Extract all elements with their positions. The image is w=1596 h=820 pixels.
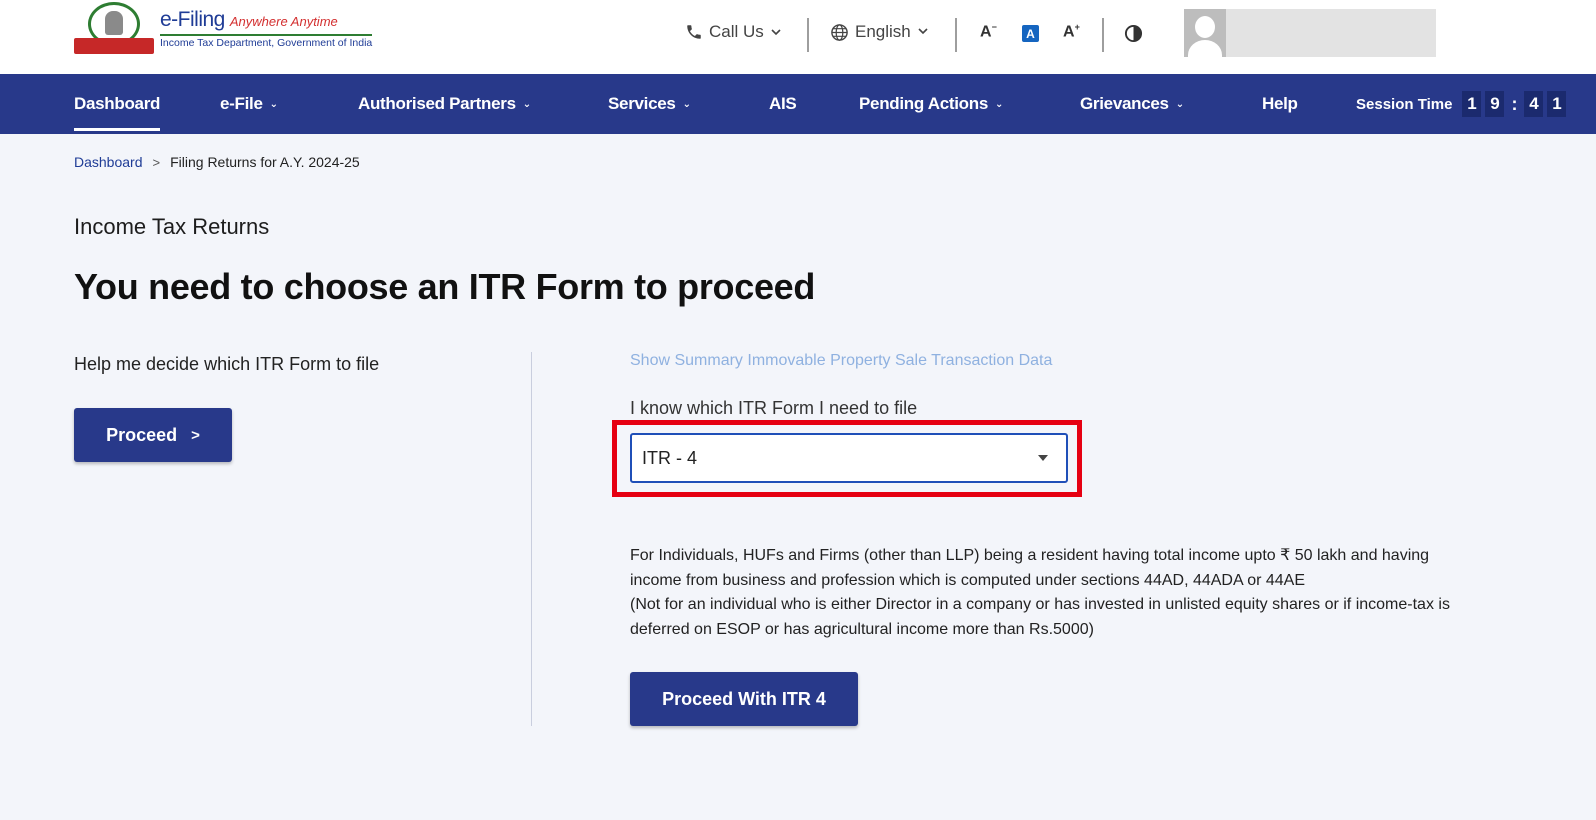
itr-form-select[interactable]: ITR - 4 xyxy=(630,433,1068,483)
globe-icon xyxy=(830,23,849,42)
header-divider xyxy=(1102,18,1104,52)
itr-description-line: (Not for an individual who is either Dir… xyxy=(630,596,1450,638)
itr-form-selected-value: ITR - 4 xyxy=(642,447,698,468)
logo-tagline: Anywhere Anytime xyxy=(229,14,338,29)
chevron-down-icon: ⌄ xyxy=(682,98,691,110)
logo-subtitle: Income Tax Department, Government of Ind… xyxy=(160,34,373,49)
nav-efile[interactable]: e-File ⌄ xyxy=(220,74,278,134)
header-divider xyxy=(807,18,809,52)
font-decrease-icon[interactable]: A− xyxy=(980,22,997,41)
caret-down-icon xyxy=(1038,455,1048,461)
phone-icon xyxy=(685,23,703,41)
breadcrumb: Dashboard > Filing Returns for A.Y. 2024… xyxy=(74,154,360,170)
header-divider xyxy=(955,18,957,52)
font-increase-icon[interactable]: A+ xyxy=(1063,22,1080,41)
contrast-icon xyxy=(1124,24,1143,43)
avatar[interactable] xyxy=(1184,9,1226,57)
user-name-placeholder[interactable] xyxy=(1226,9,1436,57)
session-time-label: Session Time xyxy=(1356,95,1453,113)
chevron-down-icon xyxy=(770,26,782,38)
proceed-label: Proceed xyxy=(106,424,178,445)
session-timer: Session Time 1 9 : 4 1 xyxy=(1356,74,1567,134)
call-us-dropdown[interactable]: Call Us xyxy=(685,22,782,42)
nav-pending-actions[interactable]: Pending Actions ⌄ xyxy=(859,74,1003,134)
nav-authorised-partners[interactable]: Authorised Partners ⌄ xyxy=(358,74,531,134)
breadcrumb-dashboard[interactable]: Dashboard xyxy=(74,154,143,170)
chevron-down-icon: ⌄ xyxy=(995,98,1004,110)
page-title: You need to choose an ITR Form to procee… xyxy=(74,266,816,307)
main-nav: Dashboard e-File ⌄ Authorised Partners ⌄ S… xyxy=(0,74,1596,134)
language-dropdown[interactable]: English xyxy=(830,22,929,42)
session-digit: 1 xyxy=(1547,91,1567,117)
itr-description: For Individuals, HUFs and Firms (other t… xyxy=(630,544,1468,642)
logo-title: e-Filing xyxy=(160,8,225,31)
proceed-button[interactable]: Proceed > xyxy=(74,408,232,462)
chevron-down-icon xyxy=(917,26,929,38)
page-subtitle: Income Tax Returns xyxy=(74,214,270,239)
chevron-down-icon: ⌄ xyxy=(522,98,531,110)
column-divider xyxy=(531,352,532,726)
summary-property-link[interactable]: Show Summary Immovable Property Sale Tra… xyxy=(630,352,1052,370)
call-us-label: Call Us xyxy=(709,22,764,41)
session-digit: 4 xyxy=(1524,91,1544,117)
nav-grievances[interactable]: Grievances ⌄ xyxy=(1080,74,1184,134)
proceed-with-itr-button[interactable]: Proceed With ITR 4 xyxy=(630,672,858,726)
language-label: English xyxy=(855,22,911,41)
nav-dashboard[interactable]: Dashboard xyxy=(74,74,160,134)
session-digit: 9 xyxy=(1485,91,1505,117)
itr-form-label: I know which ITR Form I need to file xyxy=(630,398,918,418)
session-digit: 1 xyxy=(1462,91,1482,117)
font-reset-icon[interactable]: A xyxy=(1022,25,1039,42)
nav-ais[interactable]: AIS xyxy=(769,74,797,134)
brand-text: e-Filing Anywhere Anytime Income Tax Dep… xyxy=(160,8,373,49)
chevron-right-icon: > xyxy=(152,154,161,170)
contrast-toggle[interactable] xyxy=(1124,24,1143,43)
chevron-right-icon: > xyxy=(191,426,200,444)
emblem-icon xyxy=(74,2,154,56)
help-decide-text: Help me decide which ITR Form to file xyxy=(74,354,380,374)
chevron-down-icon: ⌄ xyxy=(269,98,278,110)
nav-help[interactable]: Help xyxy=(1262,74,1298,134)
itr-description-line: For Individuals, HUFs and Firms (other t… xyxy=(630,547,1430,589)
session-colon: : xyxy=(1511,93,1518,114)
chevron-down-icon: ⌄ xyxy=(1175,98,1184,110)
breadcrumb-current: Filing Returns for A.Y. 2024-25 xyxy=(170,154,360,170)
efiling-logo[interactable]: e-Filing Anywhere Anytime Income Tax Dep… xyxy=(74,2,373,56)
nav-services[interactable]: Services ⌄ xyxy=(608,74,691,134)
top-header: e-Filing Anywhere Anytime Income Tax Dep… xyxy=(0,0,1596,74)
